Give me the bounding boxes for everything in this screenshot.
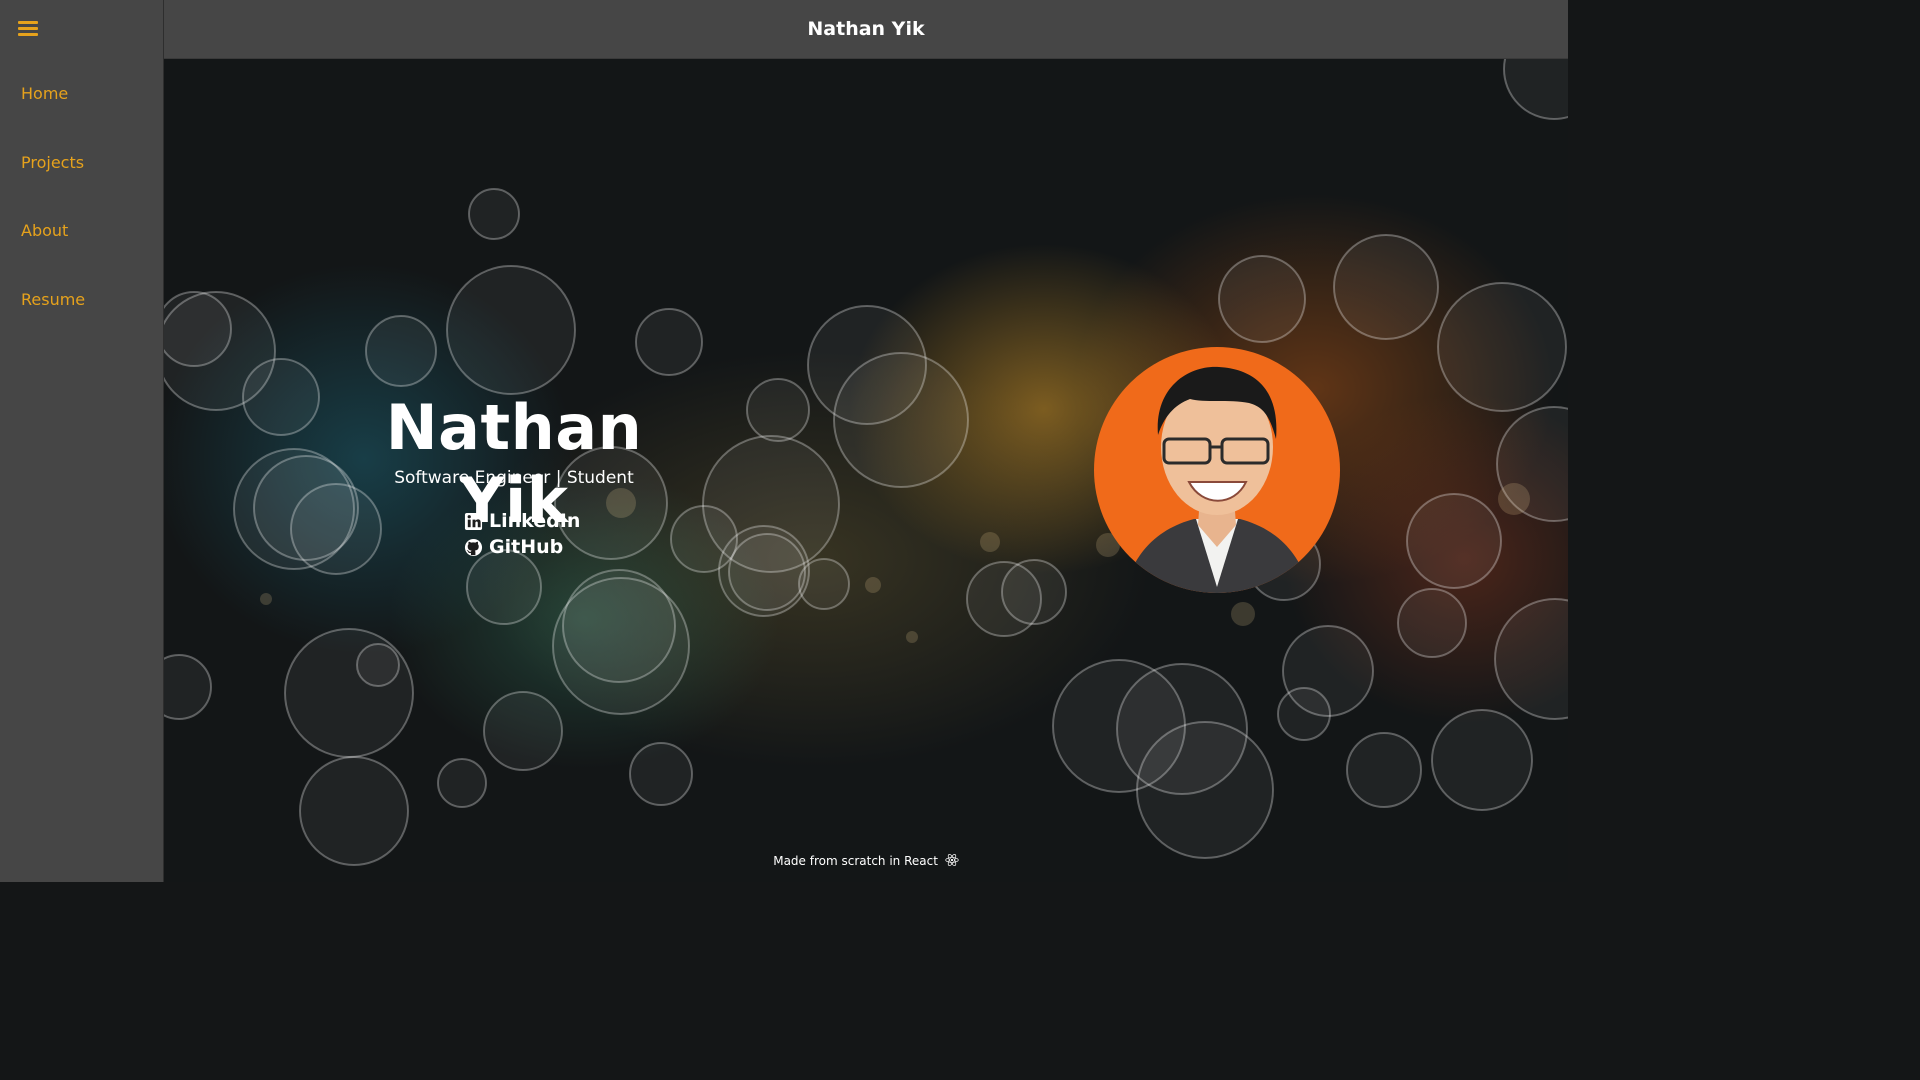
footer: Made from scratch in React [164,853,1568,868]
linkedin-icon [464,512,483,530]
top-bar: Nathan Yik [164,0,1568,59]
sidebar-item-home[interactable]: Home [21,84,68,103]
linkedin-link[interactable]: LinkedIn [464,510,580,532]
sidebar-item-projects[interactable]: Projects [21,153,84,172]
github-label: GitHub [489,536,564,558]
github-link[interactable]: GitHub [464,536,563,558]
sidebar: Home Projects About Resume [0,0,164,882]
sidebar-item-about[interactable]: About [21,221,68,240]
hamburger-menu-icon[interactable] [18,20,40,38]
react-icon [945,854,959,866]
sidebar-item-resume[interactable]: Resume [21,290,85,309]
linkedin-label: LinkedIn [489,510,581,532]
github-icon [464,538,483,556]
page-title: Nathan Yik [807,18,925,40]
footer-text: Made from scratch in React [773,854,938,868]
hero-subtitle: Software Engineer | Student [394,468,634,488]
hero-section: Nathan Yik Software Engineer | Student L… [164,59,1568,882]
profile-photo [1094,347,1340,593]
